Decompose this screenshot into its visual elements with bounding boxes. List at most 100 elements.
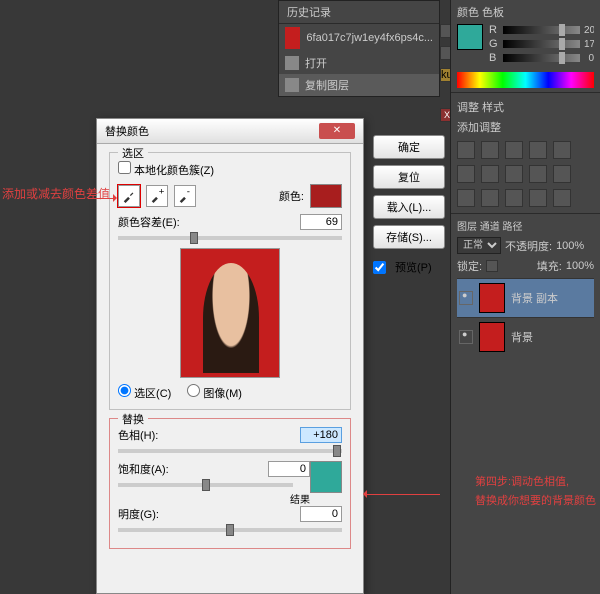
eyedropper-sub-icon[interactable]: - [174, 185, 196, 207]
b-value: 0 [584, 53, 594, 64]
replace-group-label: 替换 [118, 411, 148, 427]
reset-button[interactable]: 复位 [373, 165, 445, 189]
eye-icon[interactable] [459, 330, 473, 344]
color-panel: 颜色 色板 R 20 G 172 B 0 [451, 0, 600, 93]
mixer-icon[interactable] [529, 165, 547, 183]
hue-icon[interactable] [457, 165, 475, 183]
history-thumb [285, 27, 300, 49]
history-file-name: 6fa017c7jw1ey4fx6ps4c... [306, 32, 433, 44]
gradient-map-icon[interactable] [529, 189, 547, 207]
dialog-title: 替换颜色 [105, 123, 149, 139]
result-swatch[interactable] [310, 461, 342, 493]
layer-name: 背景 副本 [511, 290, 558, 306]
opacity-value[interactable]: 100% [556, 240, 584, 252]
fuzziness-slider[interactable] [118, 236, 342, 240]
annotation-left: 添加或减去颜色差值 [2, 185, 110, 202]
result-label: 结果 [118, 491, 342, 506]
curves-icon[interactable] [505, 141, 523, 159]
saturation-label: 饱和度(A): [118, 461, 169, 477]
lock-icon[interactable] [486, 260, 498, 272]
layers-tabs[interactable]: 图层 通道 路径 [457, 218, 594, 233]
history-panel: 历史记录 6fa017c7jw1ey4fx6ps4c... 打开 复制图层 [278, 0, 440, 97]
g-label: G [489, 38, 499, 50]
history-tab[interactable]: 历史记录 [279, 1, 439, 24]
ok-button[interactable]: 确定 [373, 135, 445, 159]
eye-icon[interactable] [459, 291, 473, 305]
lightness-input[interactable] [300, 506, 342, 522]
lock-label: 锁定: [457, 258, 482, 274]
foreground-swatch[interactable] [457, 24, 483, 50]
exposure-icon[interactable] [529, 141, 547, 159]
layers-panel: 图层 通道 路径 正常 不透明度: 100% 锁定: 填充: 100% 背景 副… [451, 214, 600, 360]
threshold-icon[interactable] [505, 189, 523, 207]
arrow-left [88, 198, 116, 199]
color-spectrum[interactable] [457, 72, 594, 88]
fuzziness-input[interactable] [300, 214, 342, 230]
bw-icon[interactable] [481, 165, 499, 183]
selection-group: 选区 本地化颜色簇(Z) + - 颜色: 颜色容差(E): 选区(C) 图像(M… [109, 152, 351, 410]
history-step-copy[interactable]: 复制图层 [279, 74, 439, 96]
arrow-right [364, 494, 440, 495]
posterize-icon[interactable] [481, 189, 499, 207]
saturation-slider[interactable] [118, 483, 293, 487]
photo-filter-icon[interactable] [505, 165, 523, 183]
g-value: 172 [584, 39, 594, 50]
history-file-row[interactable]: 6fa017c7jw1ey4fx6ps4c... [279, 24, 439, 52]
layer-name: 背景 [511, 329, 533, 345]
levels-icon[interactable] [481, 141, 499, 159]
selection-group-label: 选区 [118, 145, 148, 161]
brightness-icon[interactable] [457, 141, 475, 159]
sampled-color-swatch[interactable] [310, 184, 342, 208]
history-step-label: 复制图层 [305, 77, 349, 93]
r-label: R [489, 24, 499, 36]
close-button[interactable]: ✕ [319, 123, 355, 139]
eyedropper-add-icon[interactable]: + [146, 185, 168, 207]
layer-row[interactable]: 背景 [457, 317, 594, 356]
image-radio[interactable]: 图像(M) [187, 384, 242, 401]
g-slider[interactable] [503, 40, 580, 48]
lookup-icon[interactable] [553, 165, 571, 183]
color-tabs[interactable]: 颜色 色板 [457, 4, 594, 20]
history-step-open[interactable]: 打开 [279, 52, 439, 74]
history-step-label: 打开 [305, 55, 327, 71]
invert-icon[interactable] [457, 189, 475, 207]
selective-icon[interactable] [553, 189, 571, 207]
preview-image [180, 248, 280, 378]
replace-color-dialog: 替换颜色 ✕ 选区 本地化颜色簇(Z) + - 颜色: 颜色容差(E): 选 [96, 118, 364, 594]
lightness-slider[interactable] [118, 528, 342, 532]
b-slider[interactable] [503, 54, 580, 62]
lightness-label: 明度(G): [118, 506, 159, 522]
dialog-titlebar[interactable]: 替换颜色 ✕ [97, 119, 363, 144]
selection-radio[interactable]: 选区(C) [118, 384, 171, 401]
color-label: 颜色: [279, 188, 304, 204]
layer-icon [285, 78, 299, 92]
svg-text:+: + [159, 189, 164, 197]
b-label: B [489, 52, 499, 64]
preview-checkbox[interactable]: 预览(P) [373, 259, 445, 275]
r-value: 20 [584, 25, 594, 36]
svg-text:-: - [187, 189, 190, 197]
save-button[interactable]: 存储(S)... [373, 225, 445, 249]
dialog-buttons: 确定 复位 载入(L)... 存储(S)... 预览(P) [373, 135, 445, 281]
localized-checkbox[interactable]: 本地化颜色簇(Z) [118, 161, 214, 178]
saturation-input[interactable] [268, 461, 310, 477]
fill-value[interactable]: 100% [566, 260, 594, 272]
layer-thumb [479, 322, 505, 352]
blend-mode-select[interactable]: 正常 [457, 237, 501, 254]
opacity-label: 不透明度: [505, 238, 552, 254]
fuzziness-label: 颜色容差(E): [118, 214, 180, 230]
r-slider[interactable] [503, 26, 580, 34]
replace-group: 替换 色相(H): 饱和度(A): 结果 明度(G): [109, 418, 351, 549]
adjustments-panel: 调整 样式 添加调整 [451, 93, 600, 214]
eyedropper-icon[interactable] [118, 185, 140, 207]
hue-slider[interactable] [118, 449, 342, 453]
adjust-tabs[interactable]: 调整 样式 [457, 99, 594, 115]
hue-label: 色相(H): [118, 427, 158, 443]
vibrance-icon[interactable] [553, 141, 571, 159]
layer-row[interactable]: 背景 副本 [457, 278, 594, 317]
open-icon [285, 56, 299, 70]
hue-input[interactable] [300, 427, 342, 443]
load-button[interactable]: 载入(L)... [373, 195, 445, 219]
adjust-add-label: 添加调整 [457, 119, 594, 135]
fill-label: 填充: [537, 258, 562, 274]
